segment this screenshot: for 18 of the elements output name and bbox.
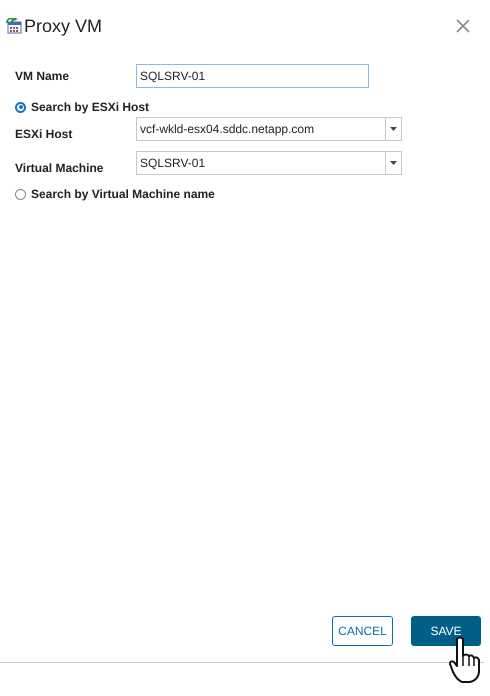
hand-cursor-icon [448,636,482,684]
vm-name-field[interactable]: SQLSRV-01 [136,64,369,88]
field-label: Virtual Machine [15,160,104,175]
dialog-button[interactable]: SAVE [411,616,481,646]
close-icon[interactable] [456,19,470,33]
radio-label[interactable]: Search by Virtual Machine name [31,187,215,201]
dialog-button[interactable]: CANCEL [332,616,393,646]
field-label: ESXi Host [15,126,74,141]
dropdown[interactable]: SQLSRV-01 [136,151,402,175]
dropdown[interactable]: vcf-wkld-esx04.sddc.netapp.com [136,117,402,141]
caret-icon [390,127,397,131]
radio-label[interactable]: Search by ESXi Host [31,100,150,114]
field-label: VM Name [15,69,70,83]
calendar-icon [6,18,22,34]
dialog-title: Proxy VM [24,16,102,36]
radio-button[interactable] [15,188,26,200]
caret-icon [390,161,397,165]
radio-button[interactable] [15,102,26,112]
